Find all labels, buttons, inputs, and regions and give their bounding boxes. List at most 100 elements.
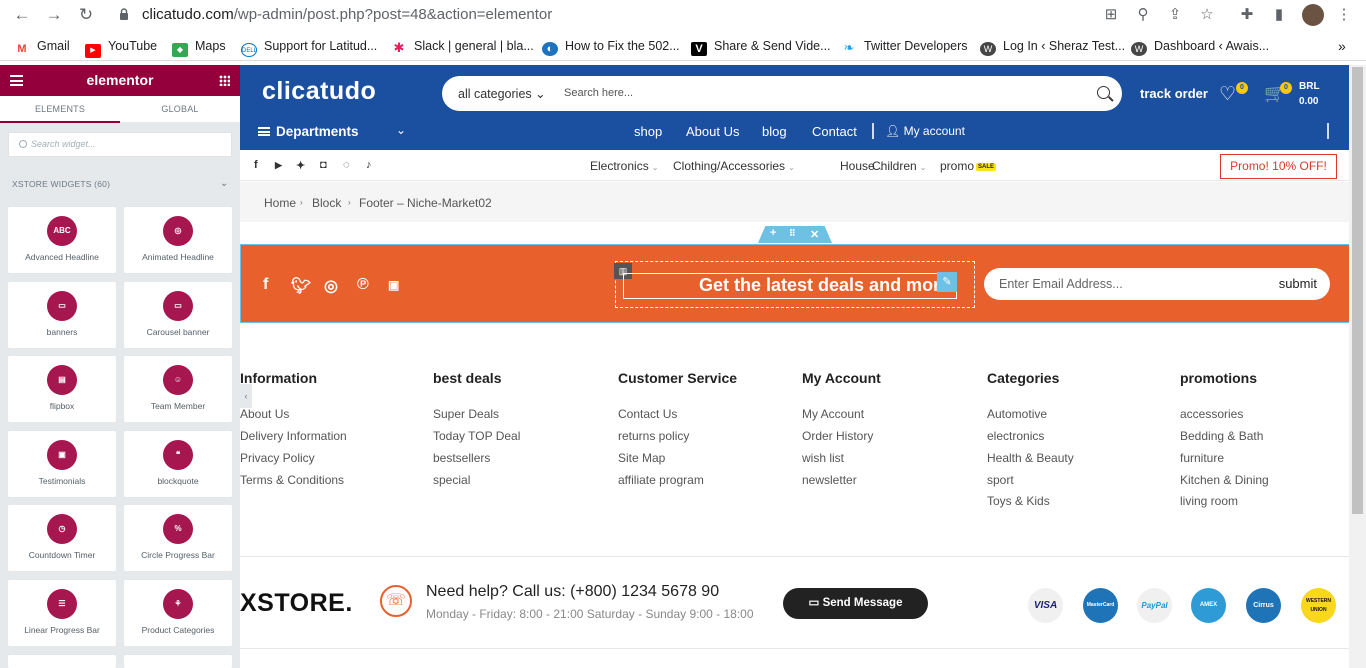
bookmark-support[interactable]: DELL Support for Latitud... — [241, 38, 377, 57]
departments-menu[interactable]: Departments — [258, 124, 359, 139]
footer-link[interactable]: newsletter — [802, 473, 857, 487]
footer-link[interactable]: Contact Us — [618, 407, 677, 421]
footer-link[interactable]: Order History — [802, 429, 873, 443]
bookmark-dashboard[interactable]: W Dashboard ‹ Awais... — [1131, 38, 1269, 56]
widget-testimonials[interactable]: ▣ Testimonials — [8, 431, 116, 497]
widget-category-title[interactable]: XSTORE WIDGETS (60) — [12, 179, 110, 189]
bookmark-slack[interactable]: ✱ Slack | general | bla... — [391, 38, 534, 55]
youtube-icon[interactable]: ▣ — [388, 278, 399, 292]
footer-link[interactable]: special — [433, 473, 470, 487]
footer-link[interactable]: affiliate program — [618, 473, 704, 487]
bookmark-twitter[interactable]: ❧ Twitter Developers — [841, 38, 968, 55]
bookmark-share[interactable]: V Share & Send Vide... — [691, 38, 831, 56]
bookmark-502[interactable]: ◐ How to Fix the 502... — [542, 38, 680, 56]
footer-link[interactable]: sport — [987, 473, 1014, 487]
extensions-icon[interactable]: ✚ — [1237, 5, 1257, 25]
edit-icon[interactable]: ✎ — [937, 272, 957, 292]
collapse-panel-button[interactable]: ‹ — [240, 384, 252, 408]
footer-link[interactable]: returns policy — [618, 429, 689, 443]
widget-team-member[interactable]: ☺ Team Member — [124, 356, 232, 422]
footer-link[interactable]: My Account — [802, 407, 864, 421]
youtube-icon[interactable]: ▶ — [275, 160, 282, 171]
tab-elements[interactable]: ELEMENTS — [0, 96, 120, 123]
widget-blockquote[interactable]: ❝ blockquote — [124, 431, 232, 497]
footer-link[interactable]: Delivery Information — [240, 429, 347, 443]
footer-link[interactable]: Terms & Conditions — [240, 473, 344, 487]
site-logo[interactable]: clicatudo — [262, 77, 376, 106]
pinterest-icon[interactable]: ℗ — [357, 276, 369, 294]
widget-linear-progress[interactable]: ☰ Linear Progress Bar — [8, 580, 116, 646]
section-handle[interactable]: + ⠿ ✕ — [758, 226, 832, 243]
footer-link[interactable]: About Us — [240, 407, 289, 421]
tab-global[interactable]: GLOBAL — [120, 96, 240, 123]
widget-animated-headline[interactable]: ◎ Animated Headline — [124, 207, 232, 273]
cart-total[interactable]: BRL 0.00 — [1299, 79, 1320, 109]
reload-icon[interactable]: ↻ — [76, 5, 96, 25]
widget-product-categories[interactable]: ⚘ Product Categories — [124, 580, 232, 646]
chevron-down-icon[interactable]: ⌄ — [396, 123, 406, 137]
share-icon[interactable]: ⇪ — [1165, 5, 1185, 25]
drag-handle-icon[interactable]: ⠿ — [789, 228, 796, 239]
facebook-icon[interactable]: f — [254, 159, 258, 171]
widget-carousel-banner[interactable]: ▭ Carousel banner — [124, 282, 232, 348]
twitter-icon[interactable]: ✦ — [296, 159, 305, 172]
forward-icon[interactable]: → — [44, 5, 64, 25]
footer-link[interactable]: Site Map — [618, 451, 665, 465]
footer-link[interactable]: Kitchen & Dining — [1180, 473, 1269, 487]
track-order-link[interactable]: track order — [1140, 86, 1208, 101]
bookmark-login[interactable]: W Log In ‹ Sheraz Test... — [980, 38, 1125, 56]
widget-partial[interactable] — [124, 655, 232, 668]
widget-search-input[interactable]: Search widget... — [8, 132, 232, 157]
menu-about[interactable]: About Us — [686, 124, 739, 139]
star-icon[interactable]: ☆ — [1197, 5, 1217, 25]
footer-link[interactable]: accessories — [1180, 407, 1243, 421]
more-bookmarks-icon[interactable]: » — [1338, 38, 1346, 54]
footer-link[interactable]: Health & Beauty — [987, 451, 1074, 465]
bookmark-maps[interactable]: ◆ Maps — [172, 38, 226, 57]
footer-link[interactable]: Super Deals — [433, 407, 499, 421]
submit-button[interactable]: submit — [1279, 276, 1317, 291]
menu-blog[interactable]: blog — [762, 124, 787, 139]
cat-electronics[interactable]: Electronics ⌄ — [590, 159, 658, 173]
widget-advanced-headline[interactable]: ABC Advanced Headline — [8, 207, 116, 273]
footer-link[interactable]: furniture — [1180, 451, 1224, 465]
twitter-icon[interactable]: 🐦︎ — [291, 276, 311, 296]
widget-countdown-timer[interactable]: ◷ Countdown Timer — [8, 505, 116, 571]
cat-clothing[interactable]: Clothing/Accessories ⌄ — [673, 159, 795, 173]
footer-link[interactable]: electronics — [987, 429, 1044, 443]
whatsapp-icon[interactable]: ◌ — [343, 159, 350, 171]
search-input[interactable]: Search here... — [564, 87, 633, 99]
search-icon[interactable] — [1097, 86, 1110, 99]
category-select[interactable]: all categories ⌄ — [458, 86, 546, 101]
instagram-icon[interactable]: ◘ — [320, 159, 327, 171]
tiktok-icon[interactable]: ♪ — [366, 159, 372, 171]
bookmark-gmail[interactable]: M Gmail — [14, 38, 69, 55]
footer-link[interactable]: bestsellers — [433, 451, 490, 465]
breadcrumb-block[interactable]: Block — [312, 196, 341, 210]
url-bar[interactable]: clicatudo.com/wp-admin/post.php?post=48&… — [142, 0, 552, 30]
cat-children[interactable]: Children ⌄ — [872, 159, 926, 173]
facebook-icon[interactable]: f — [263, 276, 268, 294]
close-icon[interactable]: ✕ — [810, 228, 819, 241]
footer-link[interactable]: living room — [1180, 494, 1238, 508]
menu-shop[interactable]: shop — [634, 124, 662, 139]
footer-link[interactable]: Bedding & Bath — [1180, 429, 1263, 443]
back-icon[interactable]: ← — [12, 5, 32, 25]
send-message-button[interactable]: ▭ Send Message — [783, 588, 928, 619]
product-search[interactable]: all categories ⌄ Search here... — [442, 76, 1122, 111]
menu-icon[interactable]: ⋮ — [1334, 5, 1354, 25]
footer-link[interactable]: Toys & Kids — [987, 494, 1050, 508]
zoom-icon[interactable]: ⚲ — [1133, 5, 1153, 25]
scrollbar-thumb[interactable] — [1352, 67, 1363, 514]
email-input[interactable]: Enter Email Address... — [999, 277, 1123, 291]
widget-banners[interactable]: ▭ banners — [8, 282, 116, 348]
bookmark-youtube[interactable]: ▶ YouTube — [85, 38, 157, 58]
footer-link[interactable]: Today TOP Deal — [433, 429, 520, 443]
footer-link[interactable]: Privacy Policy — [240, 451, 315, 465]
cat-promo[interactable]: promo SALE — [940, 159, 997, 173]
translate-icon[interactable]: ⊞ — [1101, 5, 1121, 25]
add-section-icon[interactable]: + — [770, 227, 776, 239]
menu-contact[interactable]: Contact — [812, 124, 857, 139]
profile-avatar[interactable] — [1302, 4, 1324, 26]
newsletter-heading-box[interactable]: Get the latest deals and more — [623, 273, 957, 299]
